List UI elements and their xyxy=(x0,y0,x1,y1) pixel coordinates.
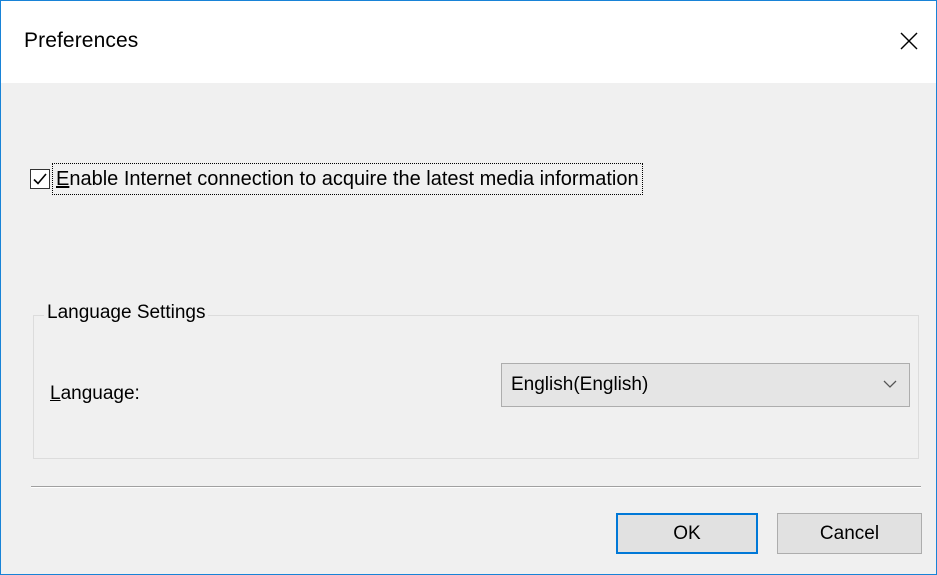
title-bar: Preferences xyxy=(1,1,936,83)
language-label: Language: xyxy=(50,383,140,405)
internet-connection-mnemonic: E xyxy=(56,168,70,190)
ok-button[interactable]: OK xyxy=(616,513,758,554)
chevron-down-icon xyxy=(883,380,897,388)
checkmark-icon xyxy=(33,173,47,185)
internet-connection-label[interactable]: Enable Internet connection to acquire th… xyxy=(52,163,643,195)
cancel-button[interactable]: Cancel xyxy=(777,513,922,554)
window-title: Preferences xyxy=(24,29,139,52)
internet-connection-label-rest: nable Internet connection to acquire the… xyxy=(69,168,639,190)
internet-connection-checkbox[interactable] xyxy=(30,169,50,189)
language-settings-legend: Language Settings xyxy=(44,302,209,324)
language-select[interactable]: English(English) xyxy=(501,363,910,407)
separator xyxy=(31,486,921,488)
preferences-dialog: Preferences Enable Internet connection t… xyxy=(0,0,937,575)
language-label-rest: anguage: xyxy=(60,383,140,404)
language-label-mnemonic: L xyxy=(50,383,61,404)
internet-connection-option[interactable]: Enable Internet connection to acquire th… xyxy=(30,161,643,197)
close-button[interactable] xyxy=(882,1,936,81)
language-select-value: English(English) xyxy=(511,374,649,395)
close-icon xyxy=(900,32,918,50)
